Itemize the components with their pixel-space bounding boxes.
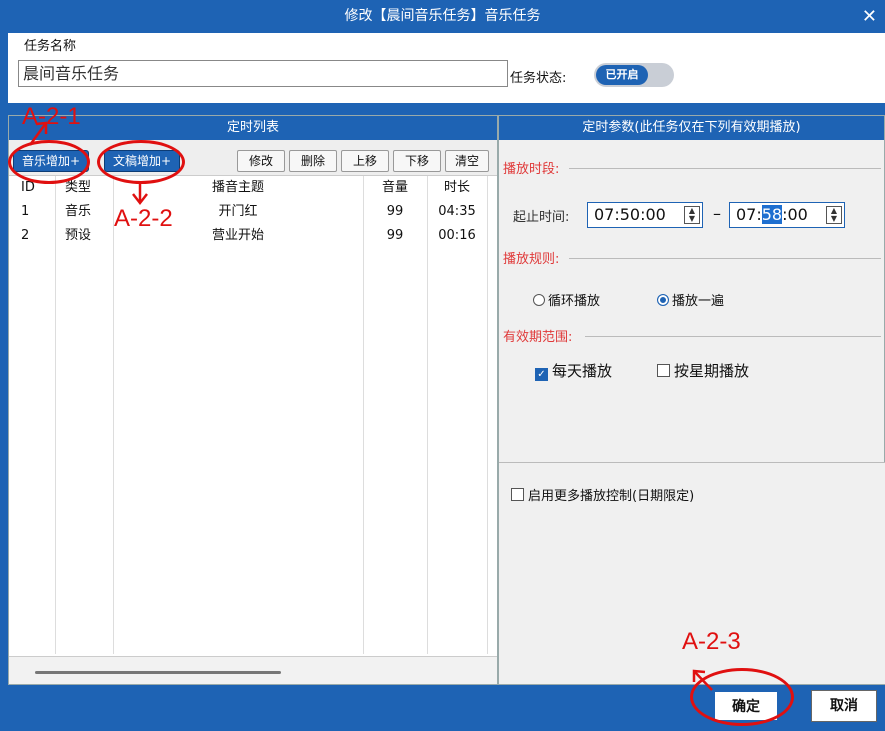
annotation-arrow-a1 bbox=[28, 121, 48, 146]
annotation-arrows bbox=[28, 121, 713, 691]
annotation-arrow-a2 bbox=[132, 182, 148, 206]
annotation-arrow-a3 bbox=[692, 669, 713, 691]
